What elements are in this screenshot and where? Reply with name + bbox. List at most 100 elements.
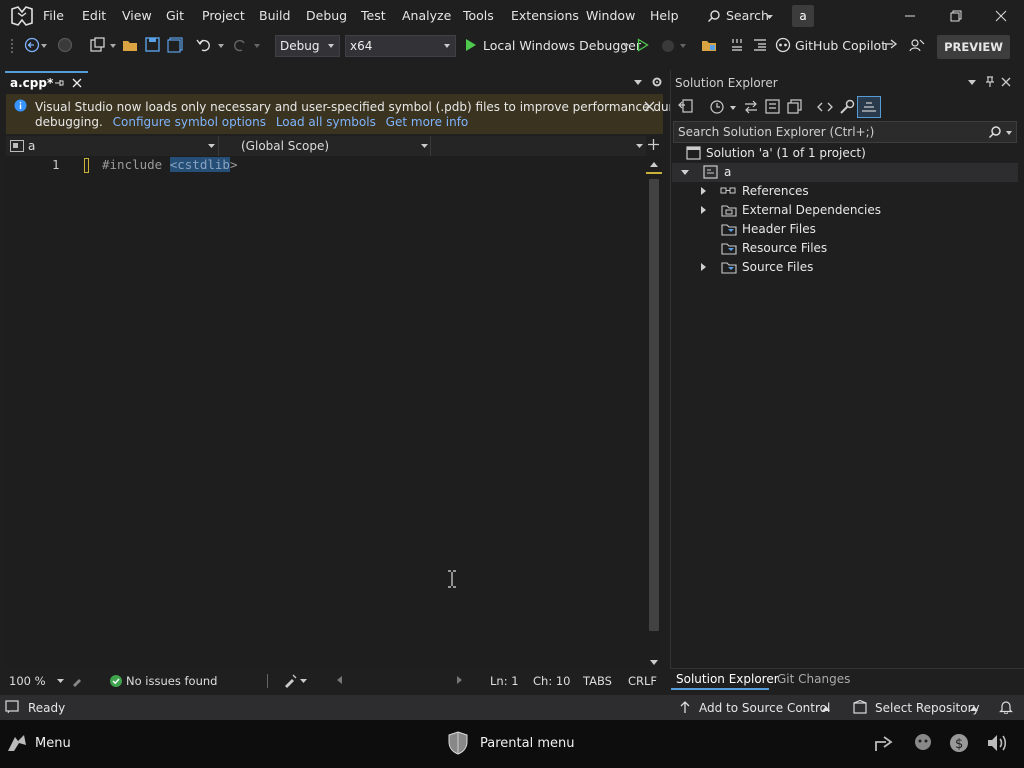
menu-extensions[interactable]: Extensions: [511, 8, 579, 23]
menu-test[interactable]: Test: [361, 8, 386, 23]
tree-item-resource-files[interactable]: Resource Files: [672, 239, 1012, 258]
tab-git-changes[interactable]: Git Changes: [777, 672, 850, 686]
project-node[interactable]: a: [672, 163, 1018, 182]
menu-logo-icon[interactable]: [5, 731, 29, 755]
minimize-button[interactable]: [887, 0, 933, 32]
feedback-icon[interactable]: [908, 37, 926, 53]
chevron-down-icon[interactable]: [110, 44, 116, 48]
taskbar-menu-label[interactable]: Menu: [35, 736, 71, 751]
solution-configuration-dropdown[interactable]: Debug: [275, 35, 340, 57]
character-tray-icon[interactable]: [911, 731, 935, 755]
menu-help[interactable]: Help: [650, 8, 679, 23]
chevron-down-icon[interactable]: [57, 679, 64, 683]
chevron-down-icon[interactable]: [218, 44, 224, 48]
save-all-icon[interactable]: [167, 37, 183, 53]
chevron-down-icon[interactable]: [254, 44, 260, 48]
new-project-icon[interactable]: [89, 37, 107, 53]
issues-status[interactable]: No issues found: [126, 674, 217, 688]
gear-icon[interactable]: [651, 76, 663, 88]
expand-arrow-icon[interactable]: [701, 263, 706, 271]
chevron-down-icon[interactable]: [623, 44, 629, 48]
close-info-bar-button[interactable]: [644, 101, 655, 112]
chevron-down-icon[interactable]: [1006, 131, 1012, 135]
indent-mode[interactable]: TABS: [583, 674, 612, 688]
properties-wrench-icon[interactable]: [839, 99, 855, 115]
close-window-button[interactable]: [979, 0, 1024, 32]
volume-icon[interactable]: [985, 731, 1009, 755]
show-all-files-icon[interactable]: [787, 99, 803, 115]
menu-window[interactable]: Window: [586, 8, 635, 23]
menu-edit[interactable]: Edit: [82, 8, 106, 23]
preview-button[interactable]: PREVIEW: [937, 35, 1010, 59]
indent-icon[interactable]: [752, 37, 768, 53]
sync-with-active-document-icon[interactable]: [743, 99, 759, 115]
scrollbar-thumb[interactable]: [649, 179, 659, 631]
close-icon[interactable]: [72, 78, 82, 88]
scroll-down-icon[interactable]: [650, 660, 658, 665]
restore-button[interactable]: [933, 0, 979, 32]
get-more-info-link[interactable]: Get more info: [386, 115, 469, 129]
select-repository-button[interactable]: Select Repository: [875, 701, 980, 715]
undo-icon[interactable]: [196, 37, 212, 53]
pin-icon[interactable]: [985, 76, 995, 88]
view-code-icon[interactable]: [817, 100, 833, 114]
parental-menu-label[interactable]: Parental menu: [480, 736, 574, 751]
scroll-up-icon[interactable]: [650, 162, 658, 167]
chevron-down-icon[interactable]: [680, 44, 686, 48]
money-tray-icon[interactable]: $: [947, 731, 971, 755]
solution-platform-dropdown[interactable]: x64: [345, 35, 456, 57]
member-dropdown[interactable]: [430, 136, 646, 156]
line-indicator[interactable]: Ln: 1: [490, 674, 519, 688]
tab-overflow-chevron-icon[interactable]: [634, 80, 642, 85]
collapse-arrow-icon[interactable]: [681, 170, 689, 175]
preview-selected-items-button[interactable]: [857, 96, 881, 118]
chevron-up-icon[interactable]: [970, 706, 978, 711]
github-copilot-icon[interactable]: [775, 37, 791, 53]
save-icon[interactable]: [145, 37, 161, 53]
scroll-left-icon[interactable]: [337, 676, 342, 684]
vertical-scrollbar[interactable]: [646, 156, 662, 668]
column-indicator[interactable]: Ch: 10: [533, 674, 570, 688]
load-all-symbols-link[interactable]: Load all symbols: [276, 115, 376, 129]
code-cleanup-icon[interactable]: [283, 674, 297, 688]
scope-dropdown[interactable]: (Global Scope): [218, 136, 430, 156]
github-copilot-label[interactable]: GitHub Copilot: [795, 38, 886, 53]
share-icon[interactable]: [884, 38, 900, 52]
shield-icon[interactable]: [448, 731, 468, 755]
chevron-down-icon[interactable]: [41, 44, 47, 48]
expand-arrow-icon[interactable]: [701, 206, 706, 214]
start-debugging-button[interactable]: [465, 38, 477, 52]
output-window-icon[interactable]: [5, 700, 19, 714]
global-search-button[interactable]: Search: [700, 5, 780, 27]
expand-arrow-icon[interactable]: [701, 187, 706, 195]
notification-bell-icon[interactable]: [999, 700, 1013, 714]
project-dropdown[interactable]: a: [6, 136, 218, 156]
split-editor-icon[interactable]: [648, 139, 659, 150]
run-target-label[interactable]: Local Windows Debugger: [483, 38, 641, 53]
menu-git[interactable]: Git: [166, 8, 184, 23]
chevron-down-icon[interactable]: [300, 679, 307, 683]
line-ending[interactable]: CRLF: [628, 674, 657, 688]
account-avatar[interactable]: a: [792, 5, 814, 27]
menu-build[interactable]: Build: [259, 8, 290, 23]
chevron-down-icon[interactable]: [968, 80, 976, 85]
chevron-down-icon[interactable]: [730, 106, 736, 110]
scroll-right-icon[interactable]: [457, 676, 462, 684]
switch-views-icon[interactable]: [678, 99, 694, 115]
menu-tools[interactable]: Tools: [463, 8, 494, 23]
menu-debug[interactable]: Debug: [306, 8, 347, 23]
share-tray-icon[interactable]: [874, 733, 896, 753]
configure-symbol-options-link[interactable]: Configure symbol options: [113, 115, 266, 129]
tree-item-external-dependencies[interactable]: External Dependencies: [672, 201, 1012, 220]
menu-view[interactable]: View: [122, 8, 152, 23]
open-folder-icon[interactable]: [122, 37, 140, 53]
add-to-source-control-button[interactable]: Add to Source Control: [699, 701, 830, 715]
hot-reload-icon[interactable]: [660, 38, 676, 54]
redo-icon[interactable]: [232, 37, 248, 53]
menu-analyze[interactable]: Analyze: [402, 8, 451, 23]
pin-icon[interactable]: [54, 78, 64, 88]
browse-folder-icon[interactable]: [701, 37, 719, 53]
navigate-forward-icon[interactable]: [57, 37, 73, 53]
step-over-icon[interactable]: [729, 37, 745, 53]
tree-item-source-files[interactable]: Source Files: [672, 258, 1012, 277]
